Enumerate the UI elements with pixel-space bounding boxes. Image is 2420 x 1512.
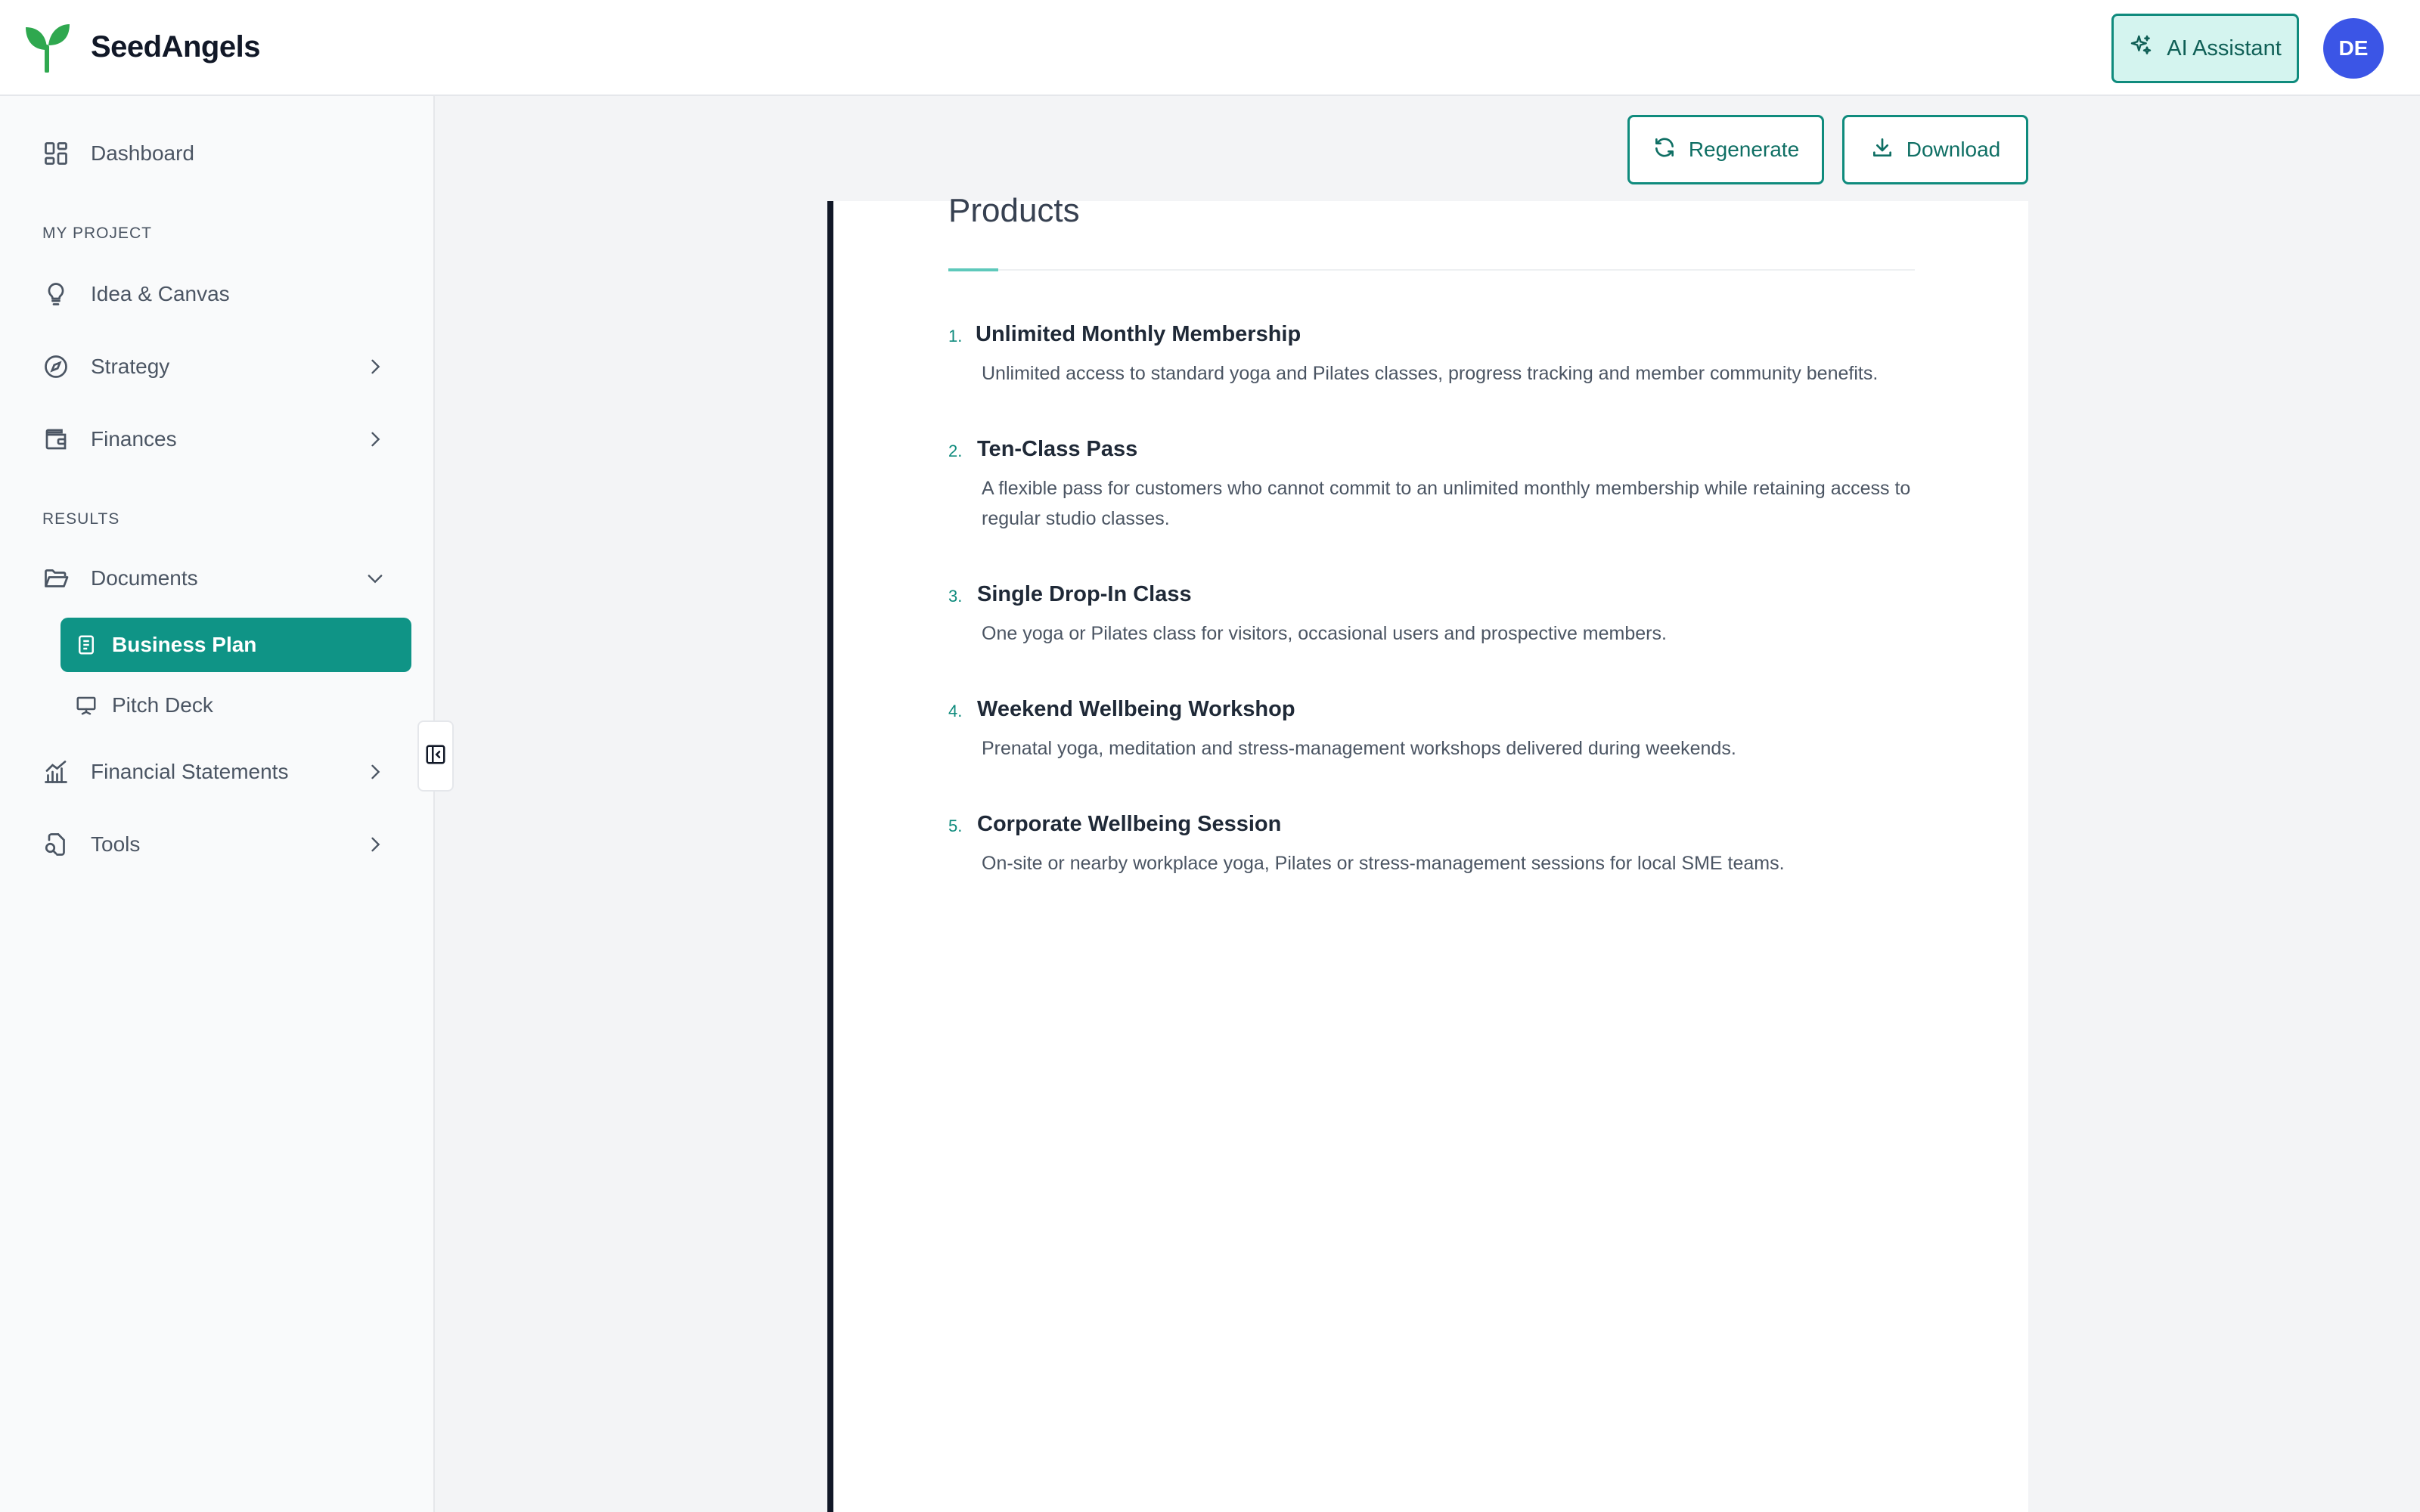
sidebar-item-strategy[interactable]: Strategy — [41, 344, 396, 389]
download-button[interactable]: Download — [1842, 115, 2028, 184]
list-item-number: 5. — [948, 816, 963, 835]
sidebar-item-label: Documents — [91, 566, 198, 590]
document-icon — [74, 633, 98, 657]
sidebar-item-label: Pitch Deck — [112, 693, 213, 717]
chevron-right-icon — [365, 429, 386, 450]
sidebar-item-label: Financial Statements — [91, 760, 289, 783]
sidebar-item-dashboard[interactable]: Dashboard — [41, 131, 396, 176]
sidebar-item-idea-canvas[interactable]: Idea & Canvas — [41, 271, 396, 317]
divider-accent — [948, 268, 998, 271]
sidebar-item-label: Strategy — [91, 355, 170, 378]
sidebar-collapse-icon — [424, 743, 447, 770]
sidebar-item-pitch-deck[interactable]: Pitch Deck — [60, 678, 411, 733]
refresh-icon — [1652, 135, 1677, 165]
list-item-title: Weekend Wellbeing Workshop — [977, 697, 1295, 721]
presentation-icon — [74, 693, 98, 717]
ai-assistant-label: AI Assistant — [2167, 36, 2282, 60]
user-avatar[interactable]: DE — [2323, 18, 2384, 79]
top-bar: SeedAngels AI Assistant DE — [0, 0, 2420, 96]
download-icon — [1870, 135, 1894, 165]
list-item-number: 1. — [948, 327, 963, 345]
brand-name[interactable]: SeedAngels — [91, 30, 260, 64]
list-item-title: Unlimited Monthly Membership — [976, 322, 1302, 346]
wallet-icon — [41, 424, 71, 454]
list-item-description: Unlimited access to standard yoga and Pi… — [982, 363, 1879, 384]
chevron-right-icon — [365, 761, 386, 782]
dashboard-icon — [41, 138, 71, 169]
sidebar: Dashboard MY PROJECT Idea & Canvas Strat… — [0, 96, 435, 1512]
sidebar-collapse-button[interactable] — [417, 720, 454, 792]
list-item-title: Single Drop-In Class — [977, 582, 1192, 606]
chart-icon — [41, 757, 71, 787]
compass-icon — [41, 352, 71, 382]
chevron-right-icon — [365, 834, 386, 855]
section-label-my-project: MY PROJECT — [42, 225, 152, 242]
list-item-description: On-site or nearby workplace yoga, Pilate… — [982, 853, 1785, 874]
download-label: Download — [1906, 138, 2001, 161]
lightbulb-icon — [41, 279, 71, 309]
list-item-number: 3. — [948, 587, 963, 606]
chevron-right-icon — [365, 356, 386, 377]
ai-assistant-button[interactable]: AI Assistant — [2111, 14, 2299, 83]
chevron-down-icon — [365, 568, 386, 589]
list-item-description: One yoga or Pilates class for visitors, … — [982, 623, 1667, 644]
list-item-title: Corporate Wellbeing Session — [977, 812, 1282, 836]
folder-open-icon — [41, 563, 71, 593]
list-item-number: 2. — [948, 442, 963, 460]
sidebar-item-label: Tools — [91, 832, 141, 856]
sidebar-item-label: Business Plan — [112, 633, 257, 656]
document-page: Products 1. Unlimited Monthly Membership… — [827, 192, 2028, 1512]
regenerate-button[interactable]: Regenerate — [1627, 115, 1824, 184]
sidebar-item-label: Idea & Canvas — [91, 282, 230, 305]
list-item-description: Prenatal yoga, meditation and stress-man… — [982, 738, 1736, 759]
sidebar-item-finances[interactable]: Finances — [41, 417, 396, 462]
sidebar-item-business-plan[interactable]: Business Plan — [60, 618, 411, 672]
regenerate-label: Regenerate — [1688, 138, 1800, 161]
sidebar-item-tools[interactable]: Tools — [41, 822, 396, 867]
list-item-description: A flexible pass for customers who cannot… — [982, 478, 1911, 529]
sidebar-item-label: Dashboard — [91, 141, 194, 165]
sidebar-item-financial-statements[interactable]: Financial Statements — [41, 749, 396, 795]
sidebar-item-label: Finances — [91, 427, 177, 451]
divider — [948, 269, 1915, 271]
tools-icon — [41, 829, 71, 860]
section-label-results: RESULTS — [42, 510, 120, 528]
sparkles-icon — [2129, 33, 2153, 64]
sprout-logo-icon[interactable] — [24, 23, 71, 73]
list-item-number: 4. — [948, 702, 963, 720]
section-heading: Products — [948, 192, 1080, 229]
sidebar-item-documents[interactable]: Documents — [41, 556, 396, 601]
list-item-title: Ten-Class Pass — [977, 437, 1138, 461]
